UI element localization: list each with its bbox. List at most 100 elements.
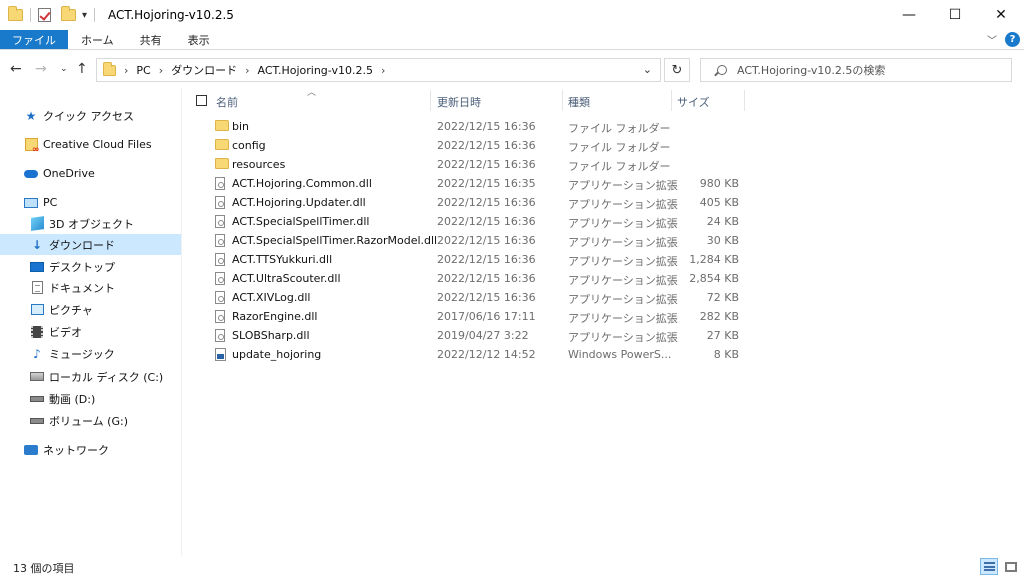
file-type: アプリケーション拡張 [568,217,678,230]
sidebar-item-downloads[interactable]: ↓ ダウンロード [0,234,181,255]
forward-arrow-icon[interactable]: → [35,61,47,77]
creative-cloud-icon [24,138,40,155]
file-date: 2019/04/27 3:22 [437,329,529,342]
sidebar-item-creative-cloud[interactable]: Creative Cloud Files [0,134,181,155]
breadcrumb-downloads[interactable]: ダウンロード [171,62,237,78]
file-type: ファイル フォルダー [568,141,671,154]
quick-access-toolbar: ▾ [0,0,102,30]
file-row[interactable]: ACT.SpecialSpellTimer.RazorModel.dll 202… [183,231,1024,250]
file-date: 2022/12/15 16:35 [437,177,536,190]
sidebar-item-drive-g[interactable]: ボリューム (G:) [0,410,181,431]
sidebar-item-local-disk-c[interactable]: ローカル ディスク (C:) [0,366,181,387]
sidebar-item-videos[interactable]: ビデオ [0,321,181,342]
new-folder-icon[interactable] [61,6,76,21]
status-bar: 13 個の項目 [0,556,1024,578]
refresh-icon: ↻ [671,62,683,78]
breadcrumb-separator[interactable]: › [124,64,128,77]
sidebar-item-desktop[interactable]: デスクトップ [0,256,181,277]
sidebar-item-documents[interactable]: ドキュメント [0,277,181,298]
sidebar-item-label: ローカル ディスク (C:) [49,370,164,384]
sidebar-item-3d-objects[interactable]: 3D オブジェクト [0,213,181,234]
sidebar-item-pictures[interactable]: ピクチャ [0,299,181,320]
address-history-dropdown-icon[interactable]: ⌄ [643,63,652,76]
up-arrow-icon[interactable]: ↑ [76,61,88,77]
item-count: 13 個の項目 [13,562,75,575]
tab-home[interactable]: ホーム [68,30,127,49]
file-row[interactable]: bin 2022/12/15 16:36 ファイル フォルダー [183,117,1024,136]
column-header-size[interactable]: サイズ [677,94,710,110]
refresh-button[interactable]: ↻ [664,58,690,82]
file-date: 2022/12/15 16:36 [437,215,536,228]
file-row[interactable]: ACT.XIVLog.dll 2022/12/15 16:36 アプリケーション… [183,288,1024,307]
sidebar-item-label: ドキュメント [49,281,115,295]
file-row[interactable]: update_hojoring 2022/12/12 14:52 Windows… [183,345,1024,364]
drive-icon [30,395,44,402]
expand-ribbon-chevron-icon[interactable]: ﹀ [987,32,997,47]
folder-icon[interactable] [8,6,23,21]
customize-toolbar-dropdown-icon[interactable]: ▾ [82,10,87,21]
recent-locations-chevron-icon[interactable]: ⌄ [60,64,68,74]
breadcrumb-pc[interactable]: PC [136,64,150,77]
help-icon[interactable]: ? [1005,32,1020,47]
file-row[interactable]: config 2022/12/15 16:36 ファイル フォルダー [183,136,1024,155]
properties-icon[interactable] [38,8,51,22]
file-type: アプリケーション拡張 [568,274,678,287]
file-name: config [232,139,266,152]
toolbar-divider [30,8,31,22]
desktop-icon [30,261,44,272]
tab-file[interactable]: ファイル [0,30,68,49]
file-row[interactable]: RazorEngine.dll 2017/06/16 17:11 アプリケーショ… [183,307,1024,326]
sidebar-item-music[interactable]: ♪ ミュージック [0,343,181,364]
file-size: 2,854 KB [689,272,739,285]
file-size: 282 KB [699,310,739,323]
file-name: ACT.SpecialSpellTimer.dll [232,215,370,228]
sidebar-item-pc[interactable]: PC [0,192,181,213]
drive-icon-wrap [29,414,45,428]
breadcrumb-current-folder[interactable]: ACT.Hojoring-v10.2.5 [258,64,373,77]
file-date: 2022/12/15 16:36 [437,120,536,133]
file-row[interactable]: ACT.TTSYukkuri.dll 2022/12/15 16:36 アプリケ… [183,250,1024,269]
minimize-button[interactable]: — [886,0,932,30]
navigation-pane: ★ クイック アクセス Creative Cloud Files OneDriv… [0,88,182,556]
column-divider[interactable] [430,90,431,111]
file-row[interactable]: SLOBSharp.dll 2019/04/27 3:22 アプリケーション拡張… [183,326,1024,345]
column-divider[interactable] [671,90,672,111]
network-icon-wrap [23,443,39,457]
breadcrumb-separator[interactable]: › [245,64,249,77]
file-row[interactable]: ACT.UltraScouter.dll 2022/12/15 16:36 アプ… [183,269,1024,288]
videos-icon-wrap [29,325,45,339]
large-icons-view-button[interactable] [1002,558,1020,575]
file-row[interactable]: ACT.Hojoring.Updater.dll 2022/12/15 16:3… [183,193,1024,212]
sidebar-item-quick-access[interactable]: ★ クイック アクセス [0,105,181,126]
sidebar-item-network[interactable]: ネットワーク [0,439,181,460]
sidebar-item-label: ビデオ [49,325,82,339]
file-size: 30 KB [706,234,739,247]
details-view-button[interactable] [980,558,998,575]
select-all-checkbox[interactable] [196,95,207,106]
breadcrumb-separator[interactable]: › [159,64,163,77]
file-row[interactable]: ACT.SpecialSpellTimer.dll 2022/12/15 16:… [183,212,1024,231]
sidebar-item-drive-d[interactable]: 動画 (D:) [0,388,181,409]
search-box[interactable] [700,58,1012,82]
breadcrumb-separator[interactable]: › [381,64,385,77]
address-bar[interactable]: › PC › ダウンロード › ACT.Hojoring-v10.2.5 › ⌄ [96,58,661,82]
column-divider[interactable] [744,90,745,111]
close-button[interactable]: ✕ [978,0,1024,30]
column-header-name[interactable]: 名前 [216,94,238,110]
column-header-type[interactable]: 種類 [568,94,590,110]
network-icon [24,444,38,455]
sidebar-item-onedrive[interactable]: OneDrive [0,163,181,184]
search-input[interactable] [737,63,1007,77]
file-type: ファイル フォルダー [568,122,671,135]
maximize-button[interactable]: ☐ [932,0,978,30]
tab-share[interactable]: 共有 [127,30,175,49]
tab-view[interactable]: 表示 [175,30,223,49]
dll-file-icon [215,215,225,228]
onedrive-icon-wrap [23,167,39,181]
file-row[interactable]: resources 2022/12/15 16:36 ファイル フォルダー [183,155,1024,174]
column-header-date[interactable]: 更新日時 [437,94,481,110]
file-row[interactable]: ACT.Hojoring.Common.dll 2022/12/15 16:35… [183,174,1024,193]
sidebar-item-label: Creative Cloud Files [43,138,152,151]
back-arrow-icon[interactable]: ← [10,61,22,77]
column-divider[interactable] [562,90,563,111]
